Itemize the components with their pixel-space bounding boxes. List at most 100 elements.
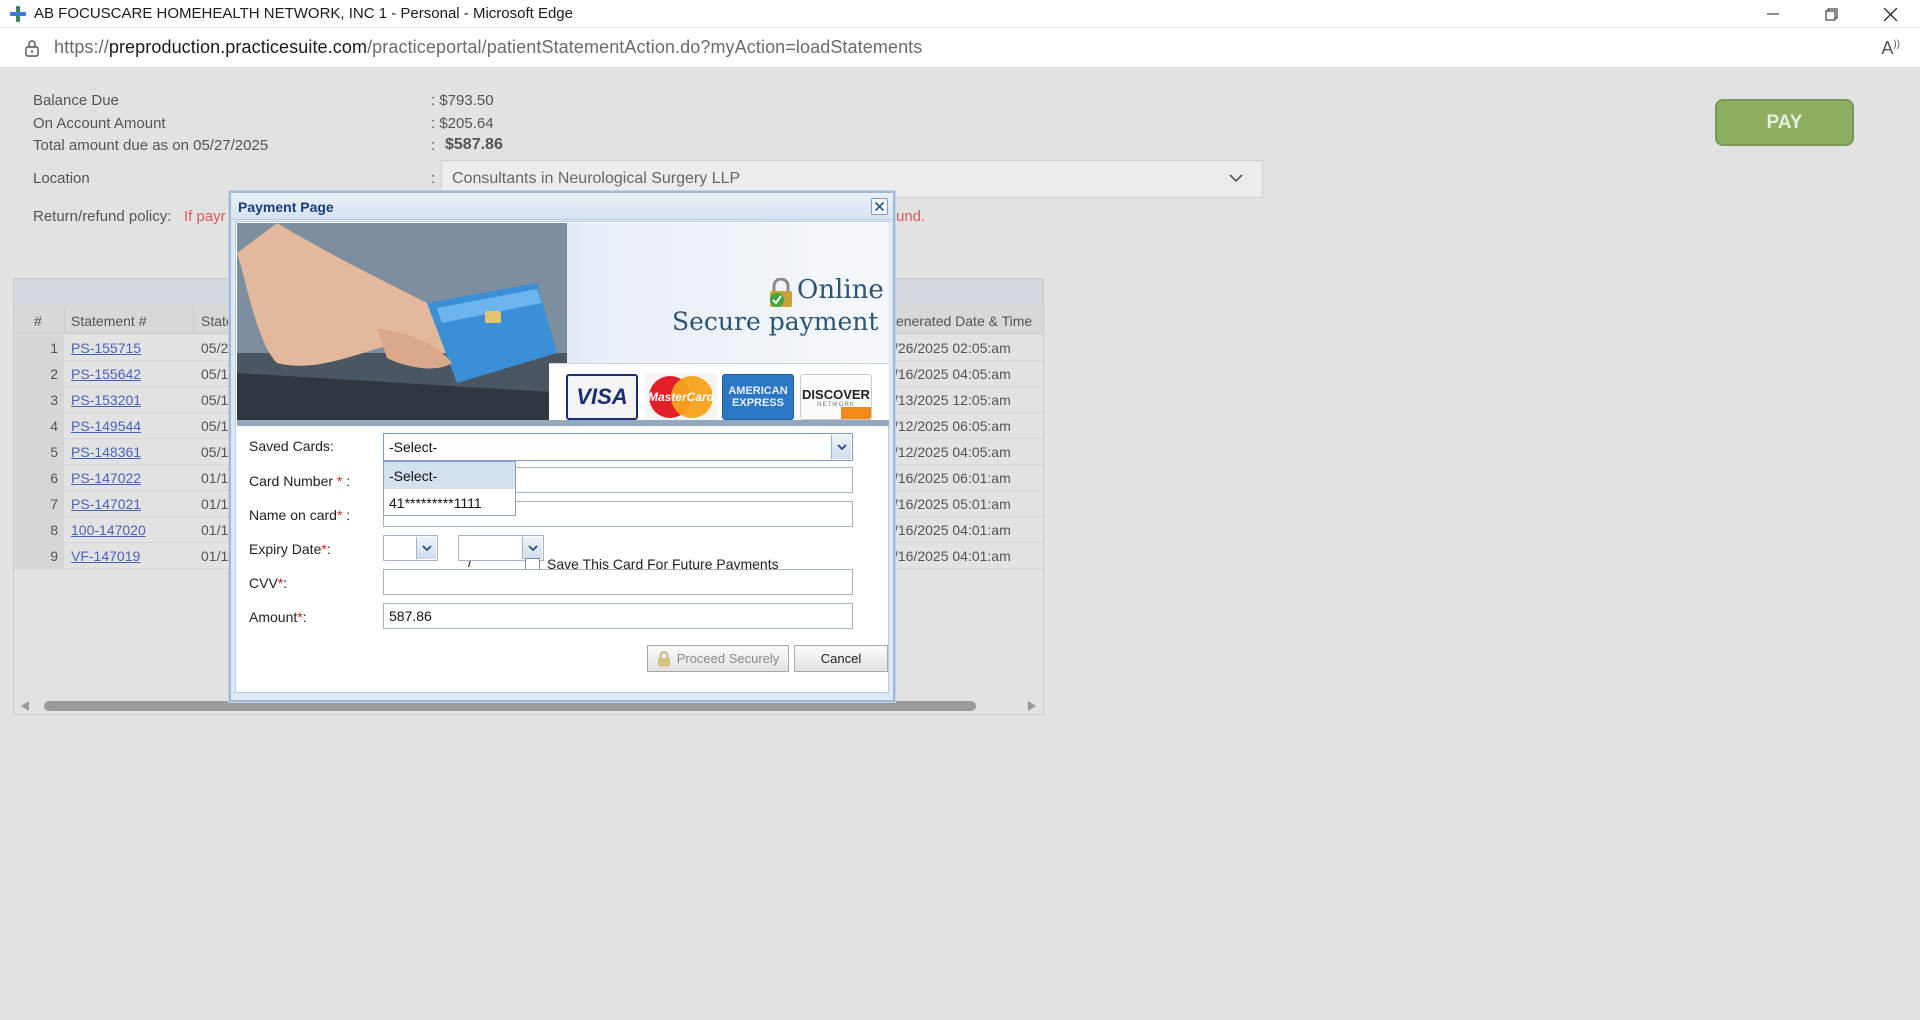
discover-logo: DISCOVER NETWORK — [800, 374, 872, 420]
row-num: 9 — [50, 548, 58, 564]
scroll-right-icon[interactable] — [1028, 701, 1036, 711]
generated-date: /16/2025 05:01:am — [894, 496, 1011, 512]
chevron-down-icon[interactable] — [416, 537, 436, 559]
url-host: preproduction.practicesuite.com — [108, 37, 368, 57]
proceed-securely-label: Proceed Securely — [676, 651, 780, 666]
modal-title-bar[interactable]: Payment Page — [231, 193, 893, 220]
amex-text-1: AMERICAN — [728, 385, 788, 397]
card-number-label: Card Number * : — [249, 473, 350, 489]
label-suffix: : — [342, 473, 351, 489]
amex-text-2: EXPRESS — [732, 397, 784, 409]
url-text[interactable]: https://preproduction.practicesuite.com/… — [54, 37, 922, 58]
expiry-date-label: Expiry Date*: — [249, 541, 331, 557]
banner-online-text: Online — [797, 275, 884, 305]
row-num: 7 — [50, 496, 58, 512]
card-number-label-text: Card Number — [249, 473, 334, 489]
balance-due-value: : $793.50 — [431, 92, 494, 109]
total-due-label: Total amount due as on 05/27/2025 — [33, 137, 269, 154]
column-divider — [64, 307, 65, 334]
pay-button[interactable]: PAY — [1715, 99, 1854, 146]
location-label: Location — [33, 170, 90, 187]
generated-date: /16/2025 06:01:am — [894, 470, 1011, 486]
chevron-down-icon[interactable] — [522, 537, 542, 559]
statement-link[interactable]: PS-148361 — [71, 444, 141, 460]
restore-icon[interactable] — [1802, 0, 1861, 28]
statement-link[interactable]: VF-147019 — [71, 548, 140, 564]
location-value: Consultants in Neurological Surgery LLP — [452, 170, 741, 187]
minimize-icon[interactable] — [1743, 0, 1802, 28]
close-window-icon[interactable] — [1861, 0, 1920, 28]
address-bar[interactable]: https://preproduction.practicesuite.com/… — [0, 28, 1920, 68]
hand-card-image — [237, 223, 567, 420]
row-num: 1 — [50, 340, 58, 356]
dropdown-option[interactable]: -Select- — [384, 462, 515, 489]
amount-input[interactable]: 587.86 — [383, 603, 853, 629]
name-on-card-label: Name on card* : — [249, 507, 350, 523]
header-num[interactable]: # — [34, 313, 42, 329]
scrollbar-thumb[interactable] — [44, 701, 976, 711]
row-num: 6 — [50, 470, 58, 486]
close-icon[interactable] — [871, 198, 888, 215]
url-prefix: https:// — [54, 37, 109, 57]
generated-date: /16/2025 04:01:am — [894, 522, 1011, 538]
statement-date: 01/1 — [201, 548, 229, 564]
statement-date: 01/1 — [201, 496, 229, 512]
statement-date: 05/1 — [201, 444, 229, 460]
balance-due-label: Balance Due — [33, 92, 119, 109]
expiry-label-text: Expiry Date — [249, 541, 322, 557]
generated-date: /16/2025 04:05:am — [894, 366, 1011, 382]
generated-date: /12/2025 04:05:am — [894, 444, 1011, 460]
statement-date: 05/1 — [201, 366, 229, 382]
expiry-month-select[interactable] — [383, 535, 438, 561]
on-account-label: On Account Amount — [33, 115, 166, 132]
statement-link[interactable]: PS-149544 — [71, 418, 141, 434]
cancel-button[interactable]: Cancel — [794, 645, 888, 672]
label-suffix: : — [342, 507, 351, 523]
padlock-icon — [657, 650, 670, 666]
mastercard-logo: MasterCard — [645, 374, 717, 420]
cvv-input[interactable] — [383, 569, 853, 595]
window-controls — [1743, 0, 1920, 28]
cvv-label: CVV*: — [249, 575, 287, 591]
modal-title: Payment Page — [238, 199, 334, 215]
statement-link[interactable]: PS-147022 — [71, 470, 141, 486]
discover-text: DISCOVER — [802, 386, 870, 402]
statement-date: 05/1 — [201, 418, 229, 434]
statement-date: 05/1 — [201, 392, 229, 408]
browser-title-bar: AB FOCUSCARE HOMEHEALTH NETWORK, INC 1 -… — [0, 0, 1920, 28]
visa-logo: VISA — [566, 374, 638, 420]
url-path: /practiceportal/patientStatementAction.d… — [367, 37, 923, 57]
cvv-label-text: CVV — [249, 575, 278, 591]
generated-date: /16/2025 04:01:am — [894, 548, 1011, 564]
refund-policy-label: Return/refund policy: — [33, 208, 172, 225]
header-statement[interactable]: Statement # — [71, 313, 147, 329]
amount-label: Amount*: — [249, 609, 307, 625]
dropdown-option[interactable]: 41*********1111 — [384, 489, 515, 516]
window-title: AB FOCUSCARE HOMEHEALTH NETWORK, INC 1 -… — [34, 5, 573, 22]
row-num: 3 — [50, 392, 58, 408]
secure-payment-banner: Online Secure payment VISA MasterCard AM… — [237, 223, 889, 426]
app-cross-icon — [10, 5, 26, 22]
scroll-left-icon[interactable] — [21, 701, 29, 711]
read-aloud-icon[interactable]: A)) — [1881, 38, 1900, 59]
banner-secure-text: Secure payment — [672, 307, 879, 336]
padlock-icon — [770, 278, 792, 307]
statement-link[interactable]: 100-147020 — [71, 522, 146, 538]
statement-link[interactable]: PS-147021 — [71, 496, 141, 512]
chevron-down-icon[interactable] — [831, 435, 851, 459]
header-generated[interactable]: enerated Date & Time — [896, 313, 1032, 329]
mastercard-text: MasterCard — [647, 390, 715, 404]
card-logos: VISA MasterCard AMERICAN EXPRESS DISCOVER… — [549, 363, 889, 420]
proceed-securely-button[interactable]: Proceed Securely — [647, 645, 789, 672]
refund-policy-text-end: und. — [896, 208, 926, 225]
statement-link[interactable]: PS-155715 — [71, 340, 141, 356]
row-num: 2 — [50, 366, 58, 382]
generated-date: /13/2025 12:05:am — [894, 392, 1011, 408]
statement-link[interactable]: PS-155642 — [71, 366, 141, 382]
statement-link[interactable]: PS-153201 — [71, 392, 141, 408]
total-due-value: $587.86 — [445, 136, 503, 153]
saved-cards-select[interactable]: -Select- — [383, 433, 853, 461]
saved-cards-dropdown: -Select- 41*********1111 — [383, 461, 516, 516]
generated-date: /26/2025 02:05:am — [894, 340, 1011, 356]
amex-logo: AMERICAN EXPRESS — [722, 374, 794, 420]
